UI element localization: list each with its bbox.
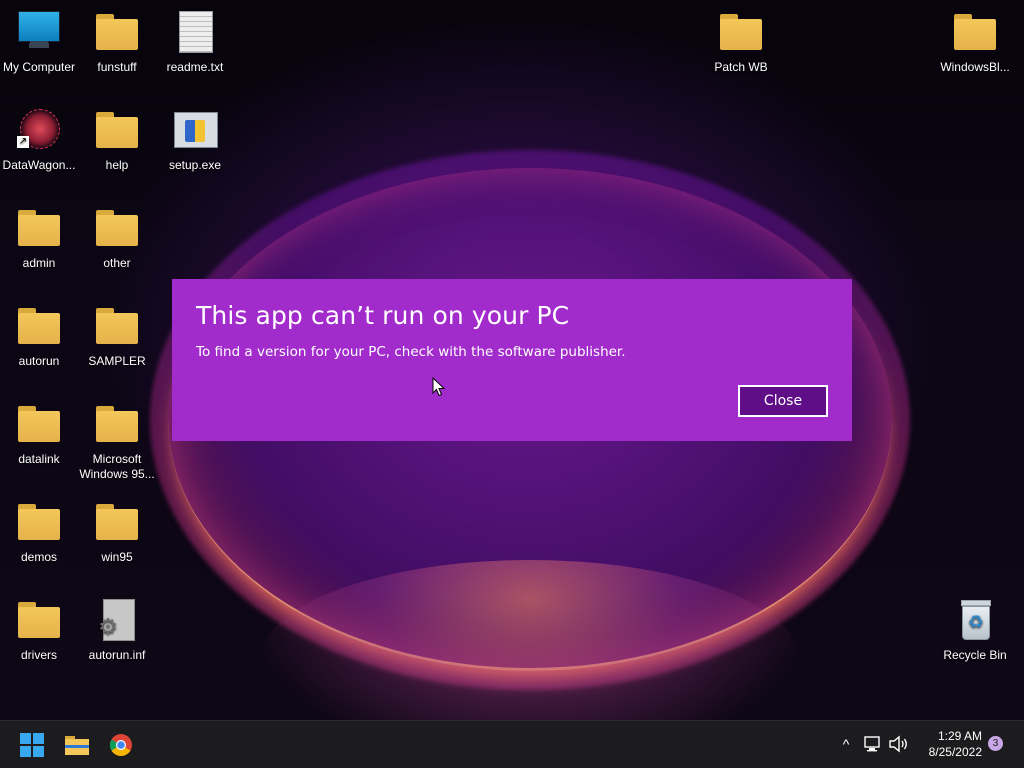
desktop-icon-label: autorun.inf	[88, 648, 146, 662]
taskbar-chrome[interactable]	[105, 729, 137, 761]
close-button[interactable]: Close	[738, 385, 828, 417]
volume-icon[interactable]	[888, 734, 910, 754]
desktop-icon-drivers[interactable]: drivers	[0, 598, 78, 663]
desktop-icon-label: datalink	[18, 452, 60, 466]
tray-overflow-chevron-icon[interactable]: ^	[836, 733, 856, 755]
taskbar: ^ 1:29 AM 8/25/2022 3	[0, 720, 1024, 768]
folder-icon	[719, 10, 763, 54]
mouse-cursor-icon	[432, 377, 446, 397]
windows-start-icon	[20, 733, 44, 757]
desktop-icon-label: other	[103, 256, 131, 270]
desktop-icon-autorun[interactable]: autorun	[0, 304, 78, 369]
desktop-icon-label: Microsoft Windows 95...	[79, 452, 155, 481]
desktop-icon-label: help	[105, 158, 129, 172]
desktop-icon-label: SAMPLER	[88, 354, 146, 368]
desktop-icon-label: drivers	[20, 648, 57, 662]
clock-time: 1:29 AM	[937, 729, 982, 743]
clock-date: 8/25/2022	[928, 745, 982, 759]
folder-icon	[17, 500, 61, 544]
desktop-icon-help[interactable]: help	[78, 108, 156, 173]
desktop-icon-label: My Computer	[2, 60, 76, 74]
file-explorer-icon	[65, 736, 89, 755]
desktop-icon-label: demos	[20, 550, 58, 564]
folder-icon	[17, 402, 61, 446]
desktop-icon-label: setup.exe	[168, 158, 222, 172]
desktop-icon-setup[interactable]: setup.exe	[156, 108, 234, 173]
desktop-icon-label: autorun	[18, 354, 60, 368]
folder-icon	[95, 500, 139, 544]
desktop-icon-demos[interactable]: demos	[0, 500, 78, 565]
folder-icon	[95, 304, 139, 348]
text-file-icon	[173, 10, 217, 54]
desktop-icon-other[interactable]: other	[78, 206, 156, 271]
network-icon[interactable]	[862, 734, 884, 754]
folder-icon	[95, 108, 139, 152]
desktop-icon-admin[interactable]: admin	[0, 206, 78, 271]
recycle-bin-icon	[953, 598, 997, 642]
folder-icon	[17, 206, 61, 250]
system-clock[interactable]: 1:29 AM 8/25/2022	[914, 728, 982, 760]
desktop-icon-windowsbl[interactable]: WindowsBl...	[936, 10, 1014, 75]
dialog-title: This app can’t run on your PC	[196, 301, 570, 330]
desktop-icon-label: Recycle Bin	[943, 648, 1007, 662]
dialog-message: To find a version for your PC, check wit…	[196, 344, 626, 360]
desktop: My Computer DataWagon... admin autorun d…	[0, 0, 1024, 720]
desktop-icon-datalink[interactable]: datalink	[0, 402, 78, 467]
desktop-icon-recycle-bin[interactable]: Recycle Bin	[936, 598, 1014, 663]
folder-icon	[953, 10, 997, 54]
desktop-icon-label: admin	[22, 256, 56, 270]
desktop-icon-readme[interactable]: readme.txt	[156, 10, 234, 75]
taskbar-file-explorer[interactable]	[61, 729, 93, 761]
desktop-icon-sampler[interactable]: SAMPLER	[78, 304, 156, 369]
desktop-icon-win95[interactable]: win95	[78, 500, 156, 565]
folder-icon	[17, 598, 61, 642]
settings-file-icon	[95, 598, 139, 642]
desktop-icon-datawagon[interactable]: DataWagon...	[0, 108, 78, 173]
desktop-icon-label: DataWagon...	[2, 158, 76, 172]
desktop-icon-autorun-inf[interactable]: autorun.inf	[78, 598, 156, 663]
desktop-icon-label: readme.txt	[166, 60, 224, 74]
chrome-icon	[110, 734, 132, 756]
desktop-icon-funstuff[interactable]: funstuff	[78, 10, 156, 75]
desktop-icon-label: Patch WB	[714, 60, 768, 74]
folder-icon	[95, 402, 139, 446]
desktop-icon-label: win95	[101, 550, 133, 564]
desktop-icon-label: WindowsBl...	[940, 60, 1010, 74]
desktop-icon-my-computer[interactable]: My Computer	[0, 10, 78, 75]
folder-icon	[17, 304, 61, 348]
desktop-icon-patch-wb[interactable]: Patch WB	[702, 10, 780, 75]
desktop-icon-label: funstuff	[97, 60, 137, 74]
datawagon-shortcut-icon	[17, 108, 61, 152]
notification-badge[interactable]: 3	[988, 736, 1003, 751]
folder-icon	[95, 10, 139, 54]
folder-icon	[95, 206, 139, 250]
desktop-icon-microsoft-windows-95[interactable]: Microsoft Windows 95...	[78, 402, 156, 482]
computer-icon	[17, 10, 61, 54]
error-dialog: This app can’t run on your PC To find a …	[172, 279, 852, 441]
setup-installer-icon	[173, 108, 218, 152]
start-button[interactable]	[16, 729, 48, 761]
